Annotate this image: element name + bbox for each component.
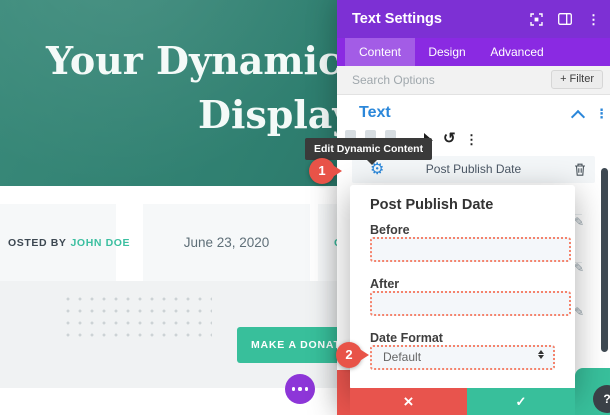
edit-pencil-icon[interactable]: ✎ bbox=[574, 216, 584, 228]
posted-by-label: OSTED BY bbox=[8, 237, 66, 249]
ellipsis-icon bbox=[305, 387, 309, 391]
chevron-up-icon[interactable] bbox=[571, 110, 585, 124]
step-1-badge: 1 bbox=[309, 158, 335, 184]
section-kebab-icon[interactable]: ⋮ bbox=[595, 106, 608, 122]
undo-icon[interactable]: ↺ bbox=[443, 131, 456, 146]
step-2-badge: 2 bbox=[336, 342, 362, 368]
popup-footer: × ✓ bbox=[350, 388, 575, 415]
field-kebab-icon[interactable]: ⋮ bbox=[465, 133, 478, 146]
date-format-label: Date Format bbox=[370, 331, 443, 345]
dot-pattern-decoration bbox=[62, 293, 212, 345]
modal-tabs-bar: Content Design Advanced bbox=[337, 38, 610, 66]
scrollbar-thumb[interactable] bbox=[601, 168, 608, 352]
cancel-x-button[interactable]: × bbox=[350, 388, 467, 415]
modal-title: Text Settings bbox=[352, 0, 442, 38]
trash-icon[interactable] bbox=[574, 163, 586, 179]
date-format-value: Default bbox=[383, 347, 421, 368]
modal-header: Text Settings ⋮ bbox=[337, 0, 610, 38]
screen: Your Dynamic Po Display P OSTED BY JOHN … bbox=[0, 0, 610, 415]
post-meta-date-card: June 23, 2020 bbox=[143, 204, 310, 281]
dynamic-field-label: Post Publish Date bbox=[352, 156, 595, 183]
ellipsis-icon bbox=[292, 387, 296, 391]
text-section-title[interactable]: Text bbox=[359, 104, 391, 122]
page-settings-ellipsis-button[interactable] bbox=[285, 374, 315, 404]
text-settings-modal: Text Settings ⋮ Content bbox=[337, 0, 610, 415]
tab-design[interactable]: Design bbox=[417, 38, 477, 66]
search-options-row: + Filter bbox=[337, 66, 610, 95]
focus-icon[interactable] bbox=[530, 13, 543, 26]
post-publish-date-popup: Post Publish Date Before After Date Form… bbox=[350, 185, 575, 390]
after-label: After bbox=[370, 277, 399, 291]
confirm-check-button[interactable]: ✓ bbox=[467, 388, 575, 415]
ellipsis-icon bbox=[298, 387, 302, 391]
filter-button[interactable]: + Filter bbox=[551, 70, 603, 89]
tab-advanced[interactable]: Advanced bbox=[485, 38, 549, 66]
select-updown-icon bbox=[538, 350, 544, 359]
edit-pencil-icon[interactable]: ✎ bbox=[574, 306, 584, 318]
before-label: Before bbox=[370, 223, 410, 237]
dynamic-content-field[interactable]: ⚙ Post Publish Date bbox=[352, 156, 595, 183]
search-options-input[interactable] bbox=[337, 66, 542, 94]
columns-icon[interactable] bbox=[558, 13, 572, 25]
post-date: June 23, 2020 bbox=[184, 235, 270, 250]
edit-dynamic-content-tooltip: Edit Dynamic Content bbox=[305, 138, 432, 160]
modal-header-icons: ⋮ bbox=[530, 0, 600, 38]
popup-heading: Post Publish Date bbox=[370, 197, 493, 213]
author-link[interactable]: JOHN DOE bbox=[70, 237, 130, 249]
after-input[interactable] bbox=[370, 291, 571, 316]
kebab-menu-icon[interactable]: ⋮ bbox=[587, 13, 600, 26]
date-format-select[interactable]: Default bbox=[370, 345, 555, 370]
before-input[interactable] bbox=[370, 237, 571, 262]
post-meta-author-card: OSTED BY JOHN DOE bbox=[0, 204, 116, 281]
text-section-header[interactable]: Text ⋮ bbox=[337, 94, 610, 134]
edit-pencil-icon[interactable]: ✎ bbox=[574, 262, 584, 274]
tab-content[interactable]: Content bbox=[345, 38, 415, 66]
